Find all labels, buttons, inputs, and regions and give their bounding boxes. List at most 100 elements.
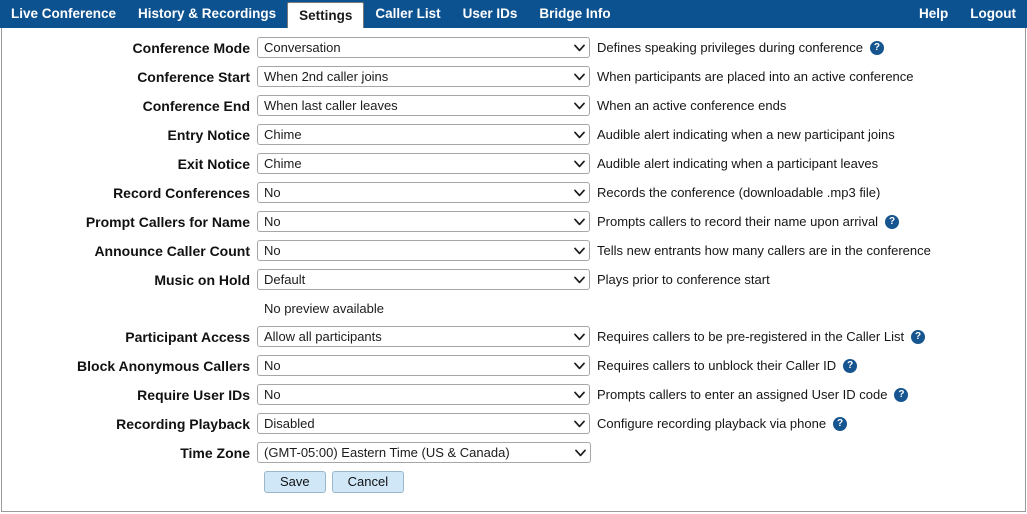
form-row-recording-playback: Recording PlaybackDisabled Configure reco… (2, 409, 1025, 438)
select-value: Allow all participants (258, 329, 569, 344)
nav-tab-settings[interactable]: Settings (287, 2, 364, 28)
chevron-down-icon (569, 96, 589, 115)
select-require-user-ids[interactable]: No (257, 384, 590, 405)
select-entry-notice[interactable]: Chime (257, 124, 590, 145)
chevron-down-icon (569, 38, 589, 57)
field-description-participant-access: Requires callers to be pre-registered in… (590, 329, 925, 344)
form-actions-row: Save Cancel (2, 467, 1025, 497)
chevron-down-icon (569, 183, 589, 202)
nav-link-label: Logout (970, 7, 1016, 21)
field-description-prompt-callers-for-name: Prompts callers to record their name upo… (590, 214, 899, 229)
chevron-down-icon (569, 125, 589, 144)
select-value: No (258, 214, 569, 229)
help-question-icon[interactable]: ? (894, 388, 908, 402)
select-value: No (258, 358, 569, 373)
select-block-anonymous-callers[interactable]: No (257, 355, 590, 376)
select-announce-caller-count[interactable]: No (257, 240, 590, 261)
chevron-down-icon (569, 385, 589, 404)
chevron-down-icon (569, 327, 589, 346)
nav-tab-group: Live Conference History & Recordings Setti… (0, 0, 622, 28)
chevron-down-icon (569, 212, 589, 231)
select-recording-playback[interactable]: Disabled (257, 413, 590, 434)
nav-tab-caller-list[interactable]: Caller List (364, 0, 451, 28)
chevron-down-icon (569, 414, 589, 433)
select-record-conferences[interactable]: No (257, 182, 590, 203)
nav-tab-history-and-recordings[interactable]: History & Recordings (127, 0, 287, 28)
form-row-conference-mode: Conference ModeConversationDefines speak… (2, 33, 1025, 62)
description-text: Tells new entrants how many callers are … (597, 243, 931, 258)
form-row-conference-start: Conference StartWhen 2nd caller joins Whe… (2, 62, 1025, 91)
nav-link-logout[interactable]: Logout (959, 0, 1027, 28)
select-value: Disabled (258, 416, 569, 431)
field-label-conference-mode: Conference Mode (2, 40, 257, 56)
settings-form: Conference ModeConversationDefines speak… (2, 28, 1025, 497)
select-value: No (258, 185, 569, 200)
nav-tab-label: History & Recordings (138, 7, 276, 21)
field-label-record-conferences: Record Conferences (2, 185, 257, 201)
main-navigation-bar: Live Conference History & Recordings Setti… (0, 0, 1027, 28)
music-preview-note: No preview available (257, 301, 384, 316)
help-question-icon[interactable]: ? (911, 330, 925, 344)
nav-tab-bridge-info[interactable]: Bridge Info (528, 0, 621, 28)
settings-content-frame: Conference ModeConversationDefines speak… (1, 28, 1026, 512)
field-label-recording-playback: Recording Playback (2, 416, 257, 432)
select-prompt-callers-for-name[interactable]: No (257, 211, 590, 232)
nav-tab-live-conference[interactable]: Live Conference (0, 0, 127, 28)
nav-spacer (622, 0, 908, 28)
cancel-button[interactable]: Cancel (332, 471, 404, 494)
description-text: Requires callers to unblock their Caller… (597, 358, 836, 373)
save-button[interactable]: Save (264, 471, 326, 494)
help-question-icon[interactable]: ? (885, 215, 899, 229)
description-text: Configure recording playback via phone (597, 416, 826, 431)
select-time-zone[interactable]: (GMT-05:00) Eastern Time (US & Canada) (257, 442, 591, 463)
form-row-prompt-callers-for-name: Prompt Callers for NameNo Prompts callers… (2, 207, 1025, 236)
form-row-require-user-ids: Require User IDsNoPrompts callers to ent… (2, 380, 1025, 409)
form-row-time-zone: Time Zone(GMT-05:00) Eastern Time (US & … (2, 438, 1025, 467)
select-participant-access[interactable]: Allow all participants (257, 326, 590, 347)
field-description-block-anonymous-callers: Requires callers to unblock their Caller… (590, 358, 857, 373)
chevron-down-icon (569, 356, 589, 375)
select-exit-notice[interactable]: Chime (257, 153, 590, 174)
help-question-icon[interactable]: ? (833, 417, 847, 431)
field-label-participant-access: Participant Access (2, 329, 257, 345)
select-conference-start[interactable]: When 2nd caller joins (257, 66, 590, 87)
form-row-exit-notice: Exit NoticeChimeAudible alert indicating… (2, 149, 1025, 178)
nav-tab-user-ids[interactable]: User IDs (452, 0, 529, 28)
form-row-entry-notice: Entry NoticeChimeAudible alert indicatin… (2, 120, 1025, 149)
select-value: Conversation (258, 40, 569, 55)
select-value: (GMT-05:00) Eastern Time (US & Canada) (258, 445, 570, 460)
chevron-down-icon (569, 154, 589, 173)
nav-link-help[interactable]: Help (908, 0, 959, 28)
form-row-record-conferences: Record ConferencesNoRecords the conferen… (2, 178, 1025, 207)
form-row-block-anonymous-callers: Block Anonymous CallersNo Requires caller… (2, 351, 1025, 380)
field-description-exit-notice: Audible alert indicating when a particip… (590, 156, 878, 171)
chevron-down-icon (570, 443, 590, 462)
field-label-announce-caller-count: Announce Caller Count (2, 243, 257, 259)
field-description-announce-caller-count: Tells new entrants how many callers are … (590, 243, 931, 258)
select-conference-end[interactable]: When last caller leaves (257, 95, 590, 116)
nav-link-label: Help (919, 7, 948, 21)
field-label-music-on-hold: Music on Hold (2, 272, 257, 288)
help-question-icon[interactable]: ? (870, 41, 884, 55)
select-value: Chime (258, 156, 569, 171)
nav-tab-label: Caller List (375, 7, 440, 21)
form-row-participant-access: Participant AccessAllow all participants… (2, 322, 1025, 351)
select-value: When last caller leaves (258, 98, 569, 113)
button-group: Save Cancel (257, 471, 404, 494)
form-row-music-on-hold: Music on HoldDefaultPlays prior to confe… (2, 265, 1025, 294)
field-label-conference-start: Conference Start (2, 69, 257, 85)
nav-tab-label: Settings (299, 9, 352, 23)
field-description-recording-playback: Configure recording playback via phone? (590, 416, 847, 431)
chevron-down-icon (569, 67, 589, 86)
field-label-block-anonymous-callers: Block Anonymous Callers (2, 358, 257, 374)
field-label-conference-end: Conference End (2, 98, 257, 114)
field-label-require-user-ids: Require User IDs (2, 387, 257, 403)
select-music-on-hold[interactable]: Default (257, 269, 590, 290)
description-text: Audible alert indicating when a particip… (597, 156, 878, 171)
nav-tab-label: User IDs (463, 7, 518, 21)
select-conference-mode[interactable]: Conversation (257, 37, 590, 58)
help-question-icon[interactable]: ? (843, 359, 857, 373)
form-row-conference-end: Conference EndWhen last caller leavesWhe… (2, 91, 1025, 120)
description-text: When participants are placed into an act… (597, 69, 914, 84)
field-label-prompt-callers-for-name: Prompt Callers for Name (2, 214, 257, 230)
